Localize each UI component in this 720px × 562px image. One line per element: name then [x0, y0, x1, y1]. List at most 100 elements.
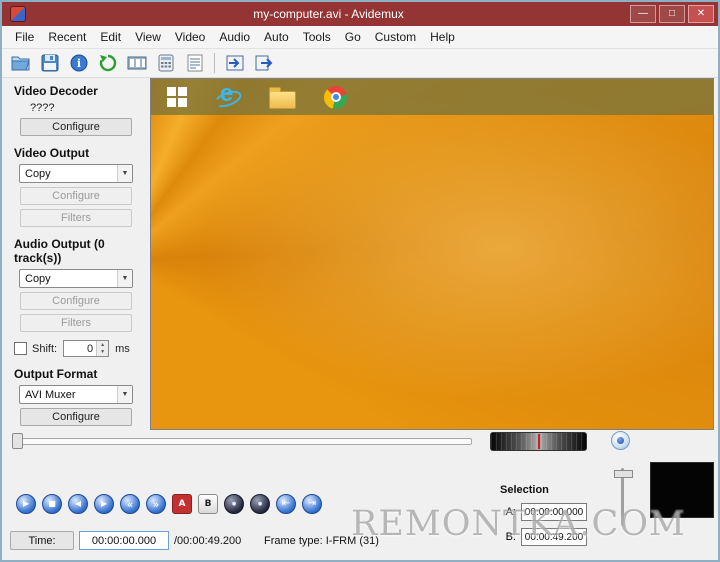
reload-button[interactable] — [94, 51, 121, 76]
desktop-taskbar: e — [151, 79, 713, 115]
total-duration: /00:00:49.200 — [174, 535, 242, 547]
last-frame-button[interactable]: ⇥ — [302, 494, 322, 514]
open-file-icon — [11, 54, 31, 72]
save-file-icon — [41, 54, 59, 72]
chrome-icon — [324, 85, 347, 109]
save-video-button[interactable] — [123, 51, 150, 76]
shift-label: Shift: — [32, 342, 58, 355]
open-button[interactable] — [7, 51, 34, 76]
go-to-marker-a-button[interactable] — [221, 51, 248, 76]
audio-output-label: Audio Output (0 track(s)) — [14, 237, 105, 265]
title-bar: my-computer.avi - Avidemux — □ ✕ — [2, 2, 718, 26]
shuttle-wheel[interactable] — [490, 432, 587, 451]
menu-recent[interactable]: Recent — [41, 28, 93, 46]
close-button[interactable]: ✕ — [688, 5, 714, 23]
maximize-button[interactable]: □ — [659, 5, 685, 23]
sidebar: Video Decoder ???? Configure Video Outpu… — [4, 78, 148, 430]
toolbar: i — [2, 49, 718, 78]
previous-keyframe-button[interactable]: « — [120, 494, 140, 514]
menu-help[interactable]: Help — [423, 28, 462, 46]
audio-shift-row: Shift: 0 ▲ ▼ ms — [14, 340, 148, 357]
shift-unit: ms — [115, 342, 130, 355]
menu-auto[interactable]: Auto — [257, 28, 296, 46]
shift-value: 0 — [86, 342, 94, 355]
minimize-button[interactable]: — — [630, 5, 656, 23]
marker-b-field[interactable]: 00:00:49.200 — [521, 528, 587, 546]
seek-slider[interactable] — [12, 438, 472, 445]
marker-a-field[interactable]: 00:00:00.000 — [521, 503, 587, 521]
video-decoder-value: ???? — [30, 102, 55, 114]
next-black-frame-button[interactable]: ● — [250, 494, 270, 514]
set-marker-b-button[interactable]: B — [198, 494, 218, 514]
go-to-marker-a-icon — [225, 54, 245, 72]
menu-file[interactable]: File — [8, 28, 41, 46]
internet-explorer-icon: e — [212, 80, 244, 111]
output-format-selected: AVI Muxer — [25, 388, 76, 401]
shuttle-reset-button[interactable] — [611, 431, 630, 450]
play-button[interactable]: ▶ — [16, 494, 36, 514]
stop-button[interactable]: ■ — [42, 494, 62, 514]
go-to-marker-b-button[interactable] — [250, 51, 277, 76]
calculator-icon — [158, 54, 174, 72]
video-decoder-label: Video Decoder — [14, 84, 98, 98]
windows-start-icon — [167, 87, 187, 107]
file-information-icon: i — [70, 54, 88, 72]
save-video-icon — [127, 55, 147, 71]
video-output-configure-button[interactable]: Configure — [20, 187, 132, 205]
vu-meter — [650, 462, 714, 518]
volume-handle[interactable] — [614, 470, 633, 478]
save-button[interactable] — [36, 51, 63, 76]
menu-bar: File Recent Edit View Video Audio Auto T… — [2, 26, 718, 49]
previous-black-frame-button[interactable]: ● — [224, 494, 244, 514]
shuttle-needle — [537, 434, 540, 449]
shift-spinner[interactable]: 0 ▲ ▼ — [63, 340, 110, 357]
audio-filters-button[interactable]: Filters — [20, 314, 132, 332]
previous-frame-button[interactable]: ◀ — [68, 494, 88, 514]
information-button[interactable]: i — [65, 51, 92, 76]
toolbar-separator — [214, 53, 215, 73]
first-frame-button[interactable]: ⇤ — [276, 494, 296, 514]
video-decoder-configure-button[interactable]: Configure — [20, 118, 132, 136]
frame-type-label: Frame type: I-FRM (31) — [264, 535, 379, 547]
output-format-label: Output Format — [14, 367, 98, 381]
time-toggle-button[interactable]: Time: — [10, 531, 74, 550]
go-to-marker-b-icon — [254, 54, 274, 72]
set-marker-a-button[interactable]: A — [172, 494, 192, 514]
spinner-arrows-icon[interactable]: ▲ ▼ — [96, 341, 109, 356]
app-icon — [10, 6, 26, 22]
menu-view[interactable]: View — [128, 28, 168, 46]
menu-edit[interactable]: Edit — [93, 28, 128, 46]
shift-checkbox[interactable] — [14, 342, 27, 355]
video-filters-button[interactable]: Filters — [20, 209, 132, 227]
avidemux-window: my-computer.avi - Avidemux — □ ✕ File Re… — [0, 0, 720, 562]
menu-custom[interactable]: Custom — [368, 28, 423, 46]
job-list-icon — [187, 54, 203, 72]
job-list-button[interactable] — [181, 51, 208, 76]
menu-video[interactable]: Video — [168, 28, 212, 46]
menu-tools[interactable]: Tools — [296, 28, 338, 46]
next-keyframe-button[interactable]: » — [146, 494, 166, 514]
selection-title: Selection — [500, 484, 549, 496]
video-output-label: Video Output — [14, 146, 90, 160]
output-format-configure-button[interactable]: Configure — [20, 408, 132, 426]
window-title: my-computer.avi - Avidemux — [253, 7, 404, 21]
chevron-down-icon: ▼ — [117, 270, 132, 287]
output-format-select[interactable]: AVI Muxer ▼ — [19, 385, 133, 404]
audio-output-select[interactable]: Copy ▼ — [19, 269, 133, 288]
marker-b-label: B: — [505, 531, 516, 543]
selection-panel: Selection A: 00:00:00.000 B: 00:00:49.20… — [500, 484, 610, 546]
marker-a-label: A: — [505, 506, 516, 518]
chevron-down-icon: ▼ — [117, 386, 132, 403]
chevron-down-icon: ▼ — [117, 165, 132, 182]
menu-audio[interactable]: Audio — [212, 28, 257, 46]
menu-go[interactable]: Go — [338, 28, 368, 46]
file-explorer-icon — [269, 87, 296, 109]
audio-output-selected: Copy — [25, 272, 51, 285]
next-frame-button[interactable]: ▶ — [94, 494, 114, 514]
calculator-button[interactable] — [152, 51, 179, 76]
current-time-field[interactable]: 00:00:00.000 — [79, 531, 169, 550]
audio-output-configure-button[interactable]: Configure — [20, 292, 132, 310]
window-controls: — □ ✕ — [627, 5, 714, 23]
seek-handle[interactable] — [12, 433, 23, 449]
video-output-select[interactable]: Copy ▼ — [19, 164, 133, 183]
